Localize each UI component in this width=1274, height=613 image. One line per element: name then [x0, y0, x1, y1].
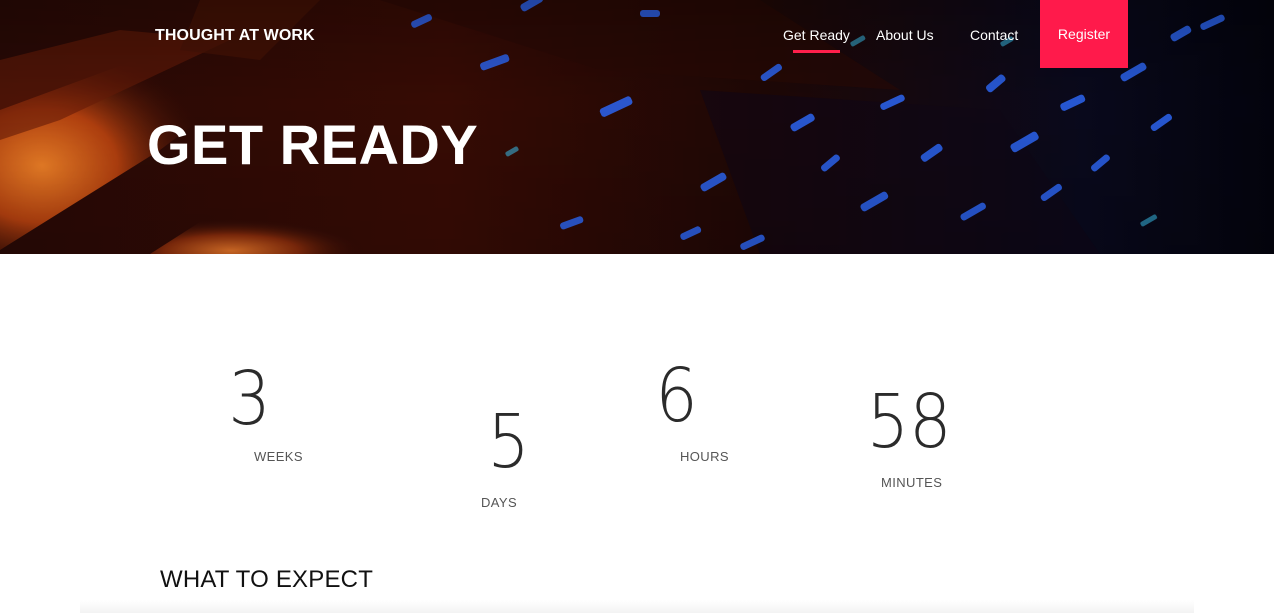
nav-item-about-us[interactable]: About Us — [876, 27, 934, 43]
hero-banner: THOUGHT AT WORK Get Ready About Us Conta… — [0, 0, 1274, 254]
countdown-weeks-label: WEEKS — [254, 449, 303, 464]
countdown-weeks-value: 3 — [228, 356, 271, 442]
countdown-hours-label: HOURS — [680, 449, 729, 464]
countdown-minutes-label: MINUTES — [881, 475, 943, 490]
countdown-hours-value: 6 — [655, 353, 698, 439]
countdown-days-label: DAYS — [481, 495, 518, 510]
countdown-minutes-value: 58 — [866, 379, 952, 465]
nav-item-get-ready[interactable]: Get Ready — [783, 27, 850, 53]
section-divider — [80, 600, 1194, 613]
countdown-days-value: 5 — [487, 399, 530, 485]
main-nav: Get Ready About Us Contact Register — [0, 0, 1274, 68]
section-title-what-to-expect: WHAT TO EXPECT — [160, 566, 374, 593]
nav-item-contact[interactable]: Contact — [970, 27, 1018, 43]
register-button[interactable]: Register — [1040, 0, 1128, 68]
page-title: GET READY — [147, 113, 479, 176]
